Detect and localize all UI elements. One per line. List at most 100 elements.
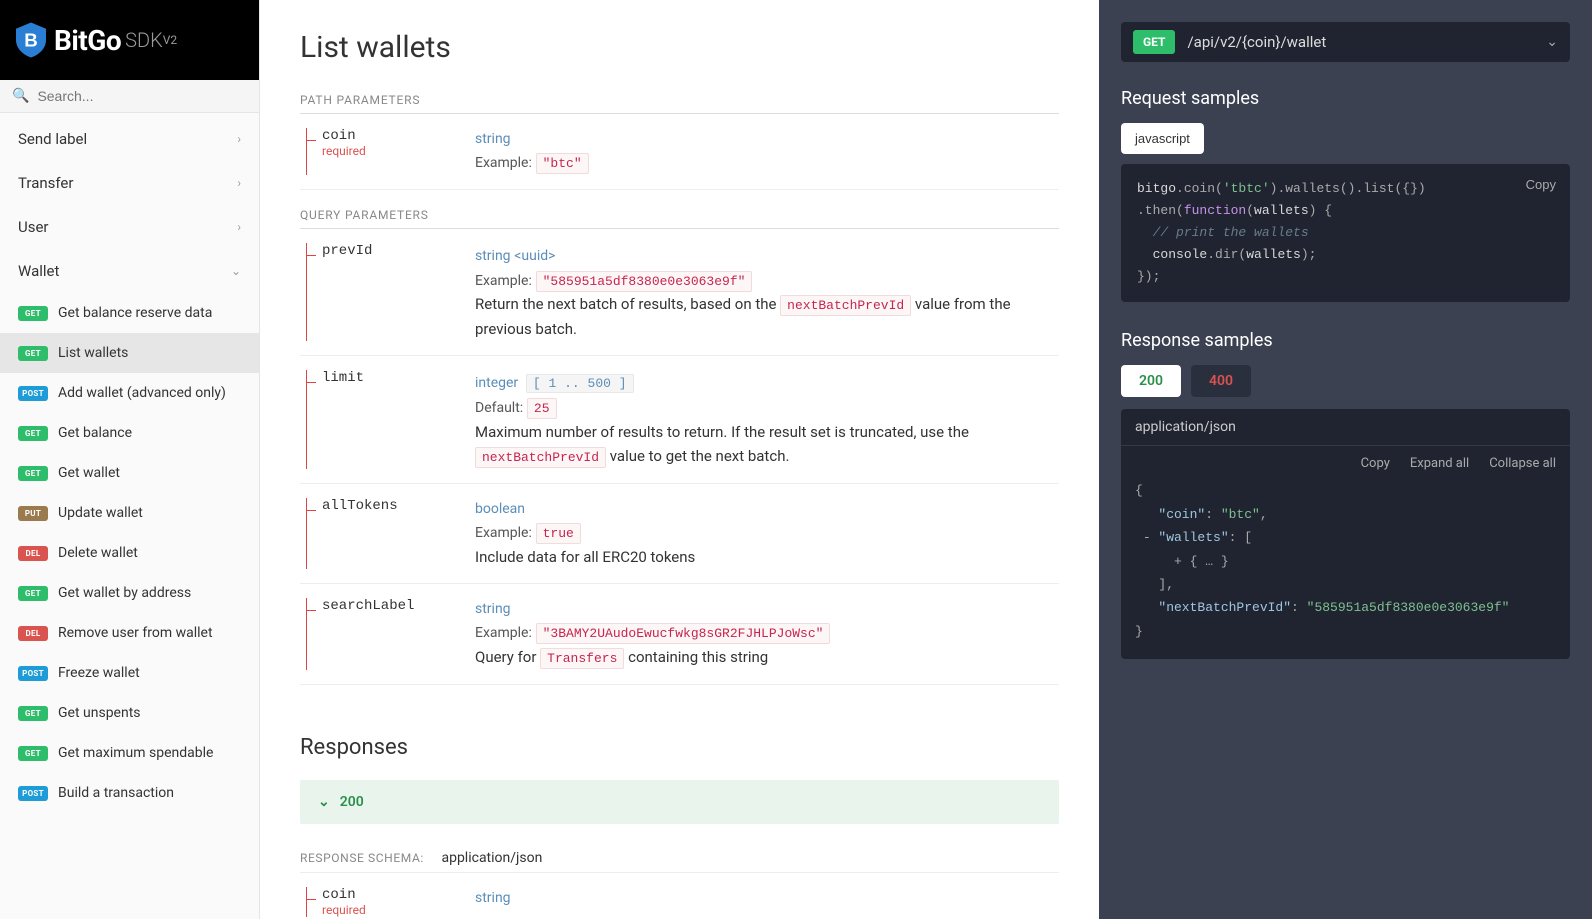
- sidebar-item-label: Get maximum spendable: [58, 745, 213, 761]
- response-json-panel: application/json Copy Expand all Collaps…: [1121, 409, 1570, 659]
- chevron-down-icon: ⌄: [1546, 34, 1558, 50]
- sidebar-item-remove-user-from-wallet[interactable]: DEL Remove user from wallet: [0, 613, 259, 653]
- sidebar-item-update-wallet[interactable]: PUT Update wallet: [0, 493, 259, 533]
- sidebar-item-label: Add wallet (advanced only): [58, 385, 226, 401]
- required-label: required: [322, 144, 475, 158]
- sidebar-item-label: Build a transaction: [58, 785, 174, 801]
- nav-group-transfer[interactable]: Transfer›: [0, 161, 259, 205]
- response-json-body: { "coin": "btc", - "wallets": [ + { … } …: [1121, 471, 1570, 659]
- sidebar-item-label: Update wallet: [58, 505, 143, 521]
- sidebar-item-get-unspents[interactable]: GETGet unspents: [0, 693, 259, 733]
- tab-javascript[interactable]: javascript: [1121, 123, 1204, 154]
- samples-panel: GET /api/v2/{coin}/wallet ⌄ Request samp…: [1099, 0, 1592, 919]
- sidebar-item-get-wallet-by-address[interactable]: GETGet wallet by address: [0, 573, 259, 613]
- sidebar-item-build-a-transaction[interactable]: POSTBuild a transaction: [0, 773, 259, 813]
- nav-group-wallet[interactable]: Wallet⌄: [0, 249, 259, 293]
- sidebar-item-label: Remove user from wallet: [58, 625, 213, 641]
- request-code-block: Copybitgo.coin('tbtc').wallets().list({}…: [1121, 164, 1570, 302]
- query-params-heading: QUERY PARAMETERS: [300, 208, 1059, 229]
- sidebar-item-get-balance[interactable]: GETGet balance: [0, 413, 259, 453]
- chevron-right-icon: ›: [237, 220, 241, 234]
- response-schema-heading: RESPONSE SCHEMA: application/json: [300, 850, 1059, 873]
- param-name: coin: [322, 128, 475, 144]
- example-value: "btc": [536, 153, 589, 174]
- method-badge: PUT: [18, 506, 48, 521]
- sidebar-item-label: List wallets: [58, 345, 128, 361]
- param-desc: Maximum number of results to return. If …: [475, 423, 969, 441]
- nav-group-label: Transfer: [18, 174, 73, 192]
- param-row-previd: prevId string <uuid> Example: "585951a5d…: [300, 229, 1059, 356]
- response-samples-heading: Response samples: [1121, 330, 1570, 351]
- logo-bar: B BitGo SDK V2: [0, 0, 259, 80]
- copy-button[interactable]: Copy: [1526, 174, 1556, 196]
- param-name: limit: [322, 370, 475, 386]
- method-badge: POST: [18, 666, 48, 681]
- method-badge: DEL: [18, 546, 48, 561]
- sidebar-item-get-maximum-spendable[interactable]: GET Get maximum spendable: [0, 733, 259, 773]
- param-row-searchlabel: searchLabel string Example: "3BAMY2UAudo…: [300, 584, 1059, 685]
- param-constraint: [ 1 .. 500 ]: [526, 374, 634, 393]
- tab-200[interactable]: 200: [1121, 365, 1181, 397]
- method-badge: GET: [18, 706, 48, 721]
- sidebar-item-label: Get wallet by address: [58, 585, 191, 601]
- sidebar-item-delete-wallet[interactable]: DEL Delete wallet: [0, 533, 259, 573]
- field-name: coin: [322, 887, 475, 903]
- param-desc: containing this string: [624, 648, 768, 666]
- logo-brand: BitGo: [54, 24, 121, 57]
- copy-button[interactable]: Copy: [1361, 456, 1390, 471]
- shield-icon: B: [16, 22, 46, 58]
- sidebar-item-label: Get balance: [58, 425, 132, 441]
- sidebar-item-list-wallets[interactable]: GET List wallets: [0, 333, 259, 373]
- example-value: "585951a5df8380e0e3063e9f": [536, 271, 753, 292]
- chevron-right-icon: ›: [237, 132, 241, 146]
- search-bar[interactable]: 🔍: [0, 80, 259, 113]
- logo-sdk: SDK: [125, 28, 163, 52]
- content-type: application/json: [441, 850, 542, 866]
- search-input[interactable]: [37, 88, 247, 104]
- method-badge: DEL: [18, 626, 48, 641]
- response-200-row[interactable]: ⌄ 200: [300, 780, 1059, 824]
- sidebar-item-label: Delete wallet: [58, 545, 138, 561]
- request-samples-heading: Request samples: [1121, 88, 1570, 109]
- method-badge: GET: [18, 306, 48, 321]
- nav-group-label: User: [18, 218, 49, 236]
- expand-all-button[interactable]: Expand all: [1410, 456, 1469, 471]
- param-type: string: [475, 598, 1059, 620]
- inline-code: nextBatchPrevId: [780, 295, 911, 316]
- json-content-type: application/json: [1121, 409, 1570, 446]
- method-badge: GET: [18, 746, 48, 761]
- sidebar-item-label: Get balance reserve data: [58, 305, 212, 321]
- param-desc: Query for: [475, 648, 540, 666]
- nav-group-user[interactable]: User ›: [0, 205, 259, 249]
- page-title: List wallets: [300, 30, 1059, 65]
- endpoint-bar[interactable]: GET /api/v2/{coin}/wallet ⌄: [1121, 22, 1570, 62]
- main-content: List wallets PATH PARAMETERS coin requir…: [260, 0, 1099, 919]
- method-badge: GET: [18, 346, 48, 361]
- sidebar-item-get-balance-reserve-data[interactable]: GET Get balance reserve data: [0, 293, 259, 333]
- sidebar: B BitGo SDK V2 🔍 Send label› Transfer› U…: [0, 0, 260, 919]
- search-icon: 🔍: [12, 88, 29, 104]
- example-value: true: [536, 523, 581, 544]
- sidebar-item-freeze-wallet[interactable]: POST Freeze wallet: [0, 653, 259, 693]
- param-name: prevId: [322, 243, 475, 259]
- responses-heading: Responses: [300, 735, 1059, 760]
- tab-400[interactable]: 400: [1191, 365, 1251, 397]
- inline-code: Transfers: [540, 648, 624, 669]
- nav-group-sendlabel[interactable]: Send label ›: [0, 117, 259, 161]
- param-type: string: [475, 128, 1059, 150]
- example-value: "3BAMY2UAudoEwucfwkg8sGR2FJHLPJoWsc": [536, 623, 831, 644]
- param-type: integer: [475, 375, 518, 391]
- sidebar-item-get-wallet[interactable]: GETGet wallet: [0, 453, 259, 493]
- example-label: Example:: [475, 525, 532, 541]
- endpoint-path: /api/v2/{coin}/wallet: [1187, 33, 1534, 51]
- param-desc: Include data for all ERC20 tokens: [475, 545, 1059, 569]
- resp-field-coin: coin required string: [300, 873, 1059, 919]
- chevron-down-icon: ⌄: [318, 794, 330, 810]
- nav: Send label› Transfer› User› Wallet⌄ GETG…: [0, 113, 259, 919]
- nav-group-label: Send label: [18, 130, 87, 148]
- sidebar-item-add-wallet-advanced-only-[interactable]: POSTAdd wallet (advanced only): [0, 373, 259, 413]
- param-row-limit: limit integer [ 1 .. 500 ] Default: 25 M…: [300, 356, 1059, 483]
- sidebar-item-label: Freeze wallet: [58, 665, 140, 681]
- param-type: string: [475, 248, 511, 264]
- collapse-all-button[interactable]: Collapse all: [1489, 456, 1556, 471]
